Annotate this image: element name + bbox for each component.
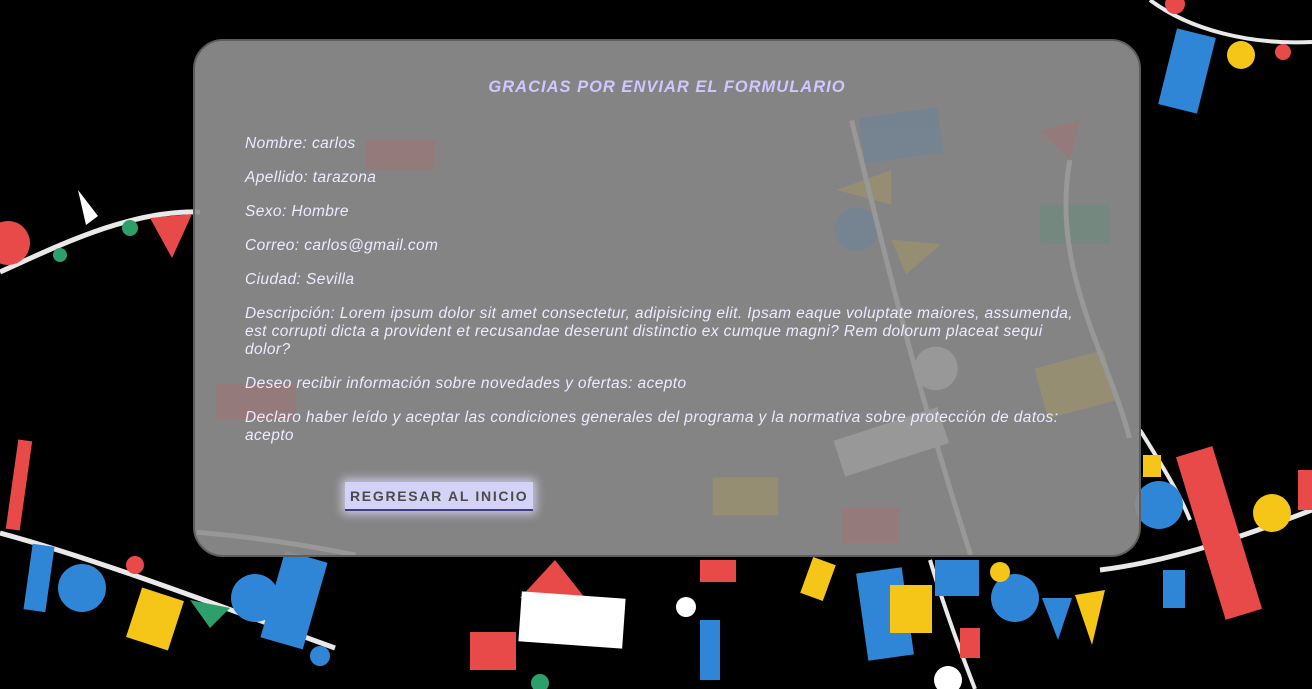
field-value: Lorem ipsum dolor sit amet consectetur, … <box>245 305 1073 358</box>
field-novedades: Deseo recibir información sobre novedade… <box>245 375 1085 393</box>
field-value: acepto <box>637 375 687 392</box>
field-label: Sexo <box>245 203 291 220</box>
field-condiciones: Declaro haber leído y aceptar las condic… <box>245 409 1085 445</box>
field-label: Nombre <box>245 135 312 152</box>
field-nombre: Nombrecarlos <box>245 135 1085 153</box>
field-value: Hombre <box>291 203 349 220</box>
field-ciudad: CiudadSevilla <box>245 271 1085 289</box>
field-label: Ciudad <box>245 271 306 288</box>
field-apellido: Apellidotarazona <box>245 169 1085 187</box>
field-label: Deseo recibir información sobre novedade… <box>245 375 638 392</box>
field-label: Descripción <box>245 305 340 322</box>
field-value: carlos@gmail.com <box>304 237 439 254</box>
field-value: tarazona <box>312 169 377 186</box>
field-correo: Correocarlos@gmail.com <box>245 237 1085 255</box>
field-value: carlos <box>311 135 356 152</box>
confirmation-card: GRACIAS POR ENVIAR EL FORMULARIO Nombrec… <box>193 39 1141 557</box>
field-descripcion: DescripciónLorem ipsum dolor sit amet co… <box>245 305 1085 359</box>
field-value: acepto <box>245 427 294 444</box>
field-value: Sevilla <box>305 271 355 288</box>
field-sexo: SexoHombre <box>245 203 1085 221</box>
submitted-fields: Nombrecarlos Apellidotarazona SexoHombre… <box>245 135 1085 461</box>
field-label: Apellido <box>245 169 313 186</box>
field-label: Declaro haber leído y aceptar las condic… <box>245 409 1058 426</box>
page-title: GRACIAS POR ENVIAR EL FORMULARIO <box>488 78 846 96</box>
back-to-home-button[interactable]: REGRESAR AL INICIO <box>345 482 534 511</box>
field-label: Correo <box>245 237 304 254</box>
